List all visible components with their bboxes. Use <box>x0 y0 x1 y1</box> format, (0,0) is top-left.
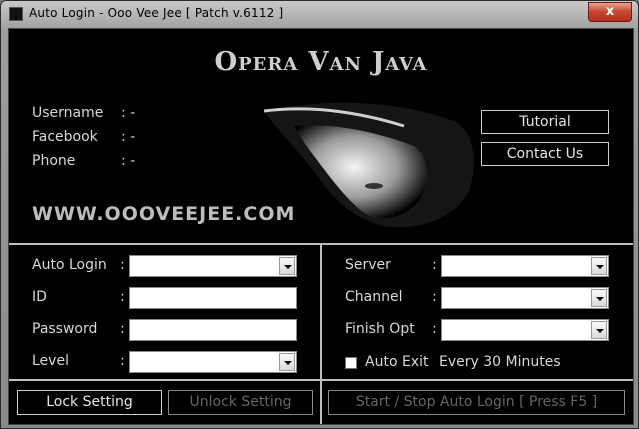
id-input[interactable] <box>129 287 297 309</box>
auto-login-colon: : <box>120 257 125 273</box>
id-label: ID <box>32 289 47 305</box>
tutorial-button[interactable]: Tutorial <box>481 110 609 134</box>
server-colon: : <box>432 257 437 273</box>
title-bar[interactable]: Auto Login - Ooo Vee Jee [ Patch v.6112 … <box>1 1 638 27</box>
finish-opt-label: Finish Opt <box>345 321 415 337</box>
close-button[interactable]: x <box>588 2 632 22</box>
auto-exit-interval: Every 30 Minutes <box>439 354 561 370</box>
channel-label: Channel <box>345 289 403 305</box>
lock-setting-button[interactable]: Lock Setting <box>17 390 162 415</box>
facebook-label: Facebook <box>32 129 98 145</box>
level-colon: : <box>120 353 125 369</box>
chevron-down-icon[interactable] <box>279 257 295 275</box>
auto-login-label: Auto Login <box>32 257 107 273</box>
server-label: Server <box>345 257 391 273</box>
username-value: : - <box>121 105 136 121</box>
password-label: Password <box>32 321 98 337</box>
username-label: Username <box>32 105 104 121</box>
chevron-down-icon[interactable] <box>279 353 295 371</box>
chevron-down-icon[interactable] <box>591 289 607 307</box>
client-area: Opera Van Java Username : - Facebook : -… <box>8 28 634 425</box>
password-input[interactable] <box>129 319 297 341</box>
server-select[interactable] <box>441 255 609 277</box>
website-link[interactable]: WWW.OOOVEEJEE.COM <box>32 203 295 225</box>
chevron-down-icon[interactable] <box>591 257 607 275</box>
facebook-value: : - <box>121 129 136 145</box>
chevron-down-icon[interactable] <box>591 321 607 339</box>
contact-us-button[interactable]: Contact Us <box>481 142 609 166</box>
channel-select[interactable] <box>441 287 609 309</box>
id-colon: : <box>120 289 125 305</box>
phone-value: : - <box>121 153 136 169</box>
password-colon: : <box>120 321 125 337</box>
app-title: Opera Van Java <box>214 47 428 77</box>
finish-opt-colon: : <box>432 321 437 337</box>
finish-opt-select[interactable] <box>441 319 609 341</box>
start-stop-button[interactable]: Start / Stop Auto Login [ Press F5 ] <box>328 390 625 415</box>
auto-exit-checkbox[interactable] <box>345 357 357 369</box>
app-icon <box>9 7 23 21</box>
phone-label: Phone <box>32 153 76 169</box>
channel-colon: : <box>432 289 437 305</box>
auto-exit-label[interactable]: Auto Exit <box>365 354 428 370</box>
column-divider <box>320 245 322 424</box>
level-select[interactable] <box>129 351 297 373</box>
level-label: Level <box>32 353 69 369</box>
auto-login-select[interactable] <box>129 255 297 277</box>
app-window: Auto Login - Ooo Vee Jee [ Patch v.6112 … <box>0 0 639 429</box>
window-title: Auto Login - Ooo Vee Jee [ Patch v.6112 … <box>29 6 284 20</box>
unlock-setting-button[interactable]: Unlock Setting <box>168 390 313 415</box>
footer-divider <box>9 379 633 381</box>
